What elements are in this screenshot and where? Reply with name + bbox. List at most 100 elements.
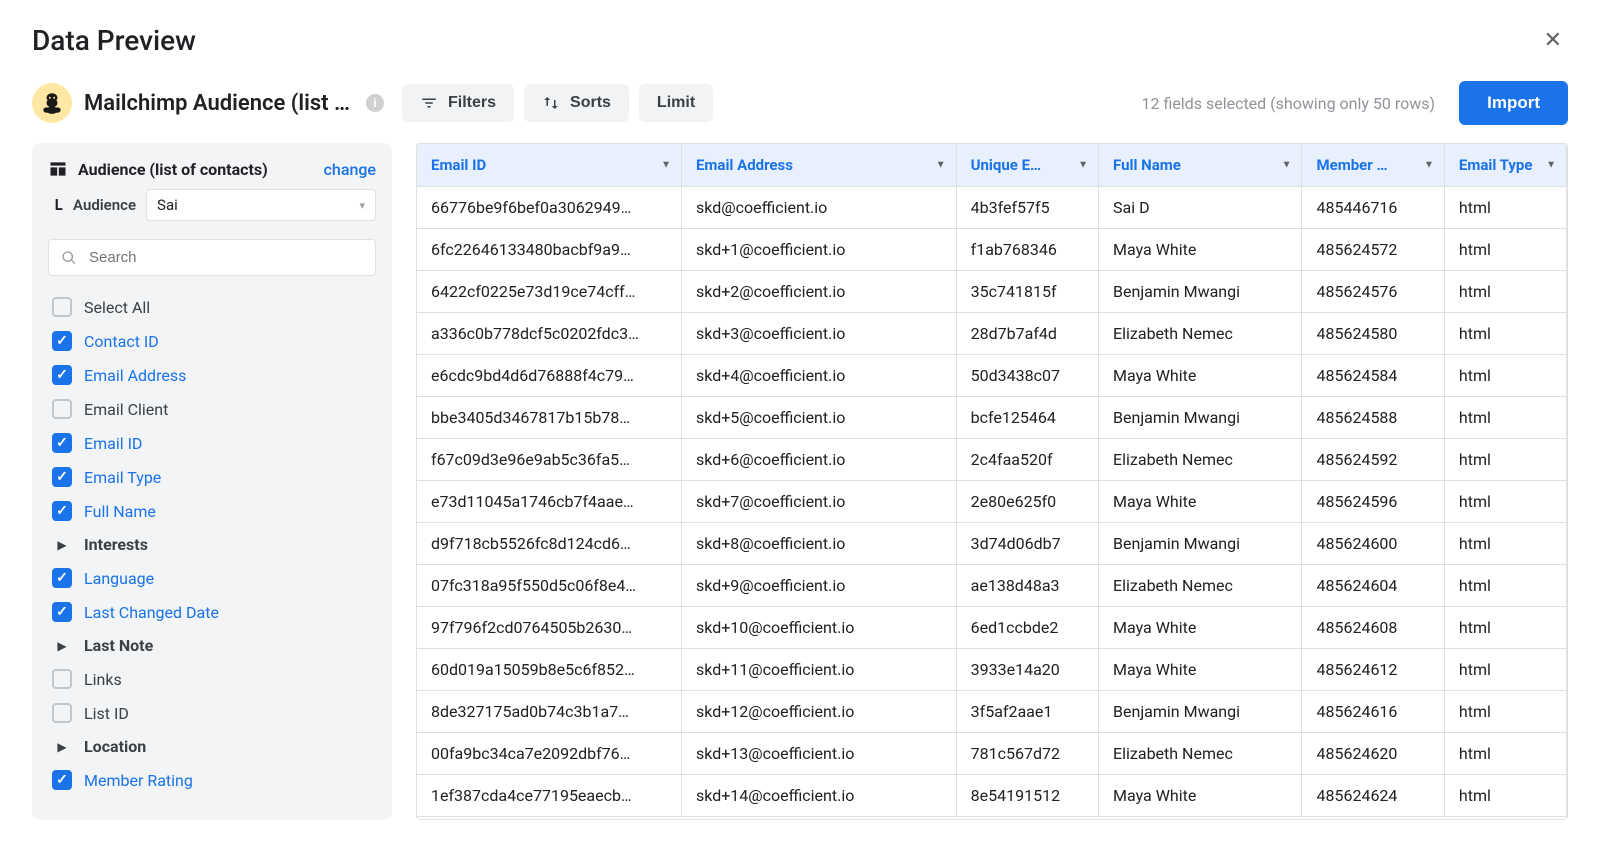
checkbox[interactable] [52, 365, 72, 385]
table-cell: skd+5@coefficient.io [681, 397, 956, 439]
table-cell: skd+6@coefficient.io [681, 439, 956, 481]
field-item-last-note[interactable]: ▶ Last Note [48, 629, 376, 662]
info-icon[interactable]: i [366, 94, 384, 112]
table-cell: html [1444, 397, 1566, 439]
table-cell: f1ab768346 [956, 229, 1098, 271]
checkbox[interactable] [52, 297, 72, 317]
table-cell: Maya White [1099, 481, 1302, 523]
checkbox[interactable] [52, 669, 72, 689]
table-cell: html [1444, 187, 1566, 229]
table-cell: ae138d48a3 [956, 565, 1098, 607]
limit-button[interactable]: Limit [639, 84, 713, 122]
field-label: Email ID [84, 434, 142, 453]
table-cell: 485624604 [1302, 565, 1444, 607]
column-header[interactable]: Member …▼ [1302, 144, 1444, 187]
chevron-down-icon: ▾ [359, 199, 365, 212]
table-cell: html [1444, 355, 1566, 397]
chevron-down-icon: ▼ [1282, 160, 1292, 171]
column-header[interactable]: Email Address▼ [681, 144, 956, 187]
import-button[interactable]: Import [1459, 81, 1568, 125]
data-table: Email ID▼Email Address▼Unique E…▼Full Na… [417, 144, 1567, 817]
field-label: Full Name [84, 502, 156, 521]
table-row: 07fc318a95f550d5c06f8e4…skd+9@coefficien… [417, 565, 1567, 607]
table-cell: 60d019a15059b8e5c6f852… [417, 649, 681, 691]
column-header[interactable]: Email Type▼ [1444, 144, 1566, 187]
field-item-language[interactable]: Language [48, 561, 376, 595]
table-row: 60d019a15059b8e5c6f852…skd+11@coefficien… [417, 649, 1567, 691]
table-cell: html [1444, 733, 1566, 775]
field-item-select-all[interactable]: Select All [48, 290, 376, 324]
table-row: d9f718cb5526fc8d124cd6…skd+8@coefficient… [417, 523, 1567, 565]
field-item-member-rating[interactable]: Member Rating [48, 763, 376, 797]
table-cell: Elizabeth Nemec [1099, 565, 1302, 607]
checkbox[interactable] [52, 331, 72, 351]
column-header[interactable]: Full Name▼ [1099, 144, 1302, 187]
table-cell: 3f5af2aae1 [956, 691, 1098, 733]
table-row: 66776be9f6bef0a3062949…skd@coefficient.i… [417, 187, 1567, 229]
table-header-row: Email ID▼Email Address▼Unique E…▼Full Na… [417, 144, 1567, 187]
table-icon [48, 159, 68, 179]
close-icon[interactable]: ✕ [1538, 24, 1568, 57]
table-cell: Maya White [1099, 229, 1302, 271]
modal-title: Data Preview [32, 24, 196, 57]
table-cell: 3d74d06db7 [956, 523, 1098, 565]
filters-label: Filters [448, 94, 496, 112]
table-cell: 8e54191512 [956, 775, 1098, 817]
audience-select[interactable]: Sai ▾ [146, 189, 376, 221]
table-cell: skd+10@coefficient.io [681, 607, 956, 649]
checkbox[interactable] [52, 568, 72, 588]
table-cell: e6cdc9bd4d6d76888f4c79… [417, 355, 681, 397]
field-item-location[interactable]: ▶ Location [48, 730, 376, 763]
chevron-right-icon: ▶ [52, 740, 72, 754]
field-item-email-client[interactable]: Email Client [48, 392, 376, 426]
table-cell: skd+7@coefficient.io [681, 481, 956, 523]
table-cell: html [1444, 439, 1566, 481]
sort-icon [542, 94, 560, 112]
checkbox[interactable] [52, 501, 72, 521]
table-cell: html [1444, 313, 1566, 355]
search-icon [61, 250, 77, 266]
table-cell: 485624624 [1302, 775, 1444, 817]
checkbox[interactable] [52, 703, 72, 723]
table-row: bbe3405d3467817b15b78…skd+5@coefficient.… [417, 397, 1567, 439]
field-item-email-id[interactable]: Email ID [48, 426, 376, 460]
field-label: Member Rating [84, 771, 193, 790]
table-cell: 28d7b7af4d [956, 313, 1098, 355]
table-cell: skd+2@coefficient.io [681, 271, 956, 313]
column-header[interactable]: Email ID▼ [417, 144, 681, 187]
chevron-right-icon: ▶ [52, 639, 72, 653]
field-search[interactable] [48, 239, 376, 276]
table-cell: 485624572 [1302, 229, 1444, 271]
field-item-full-name[interactable]: Full Name [48, 494, 376, 528]
table-cell: html [1444, 229, 1566, 271]
table-cell: html [1444, 691, 1566, 733]
table-cell: 6fc22646133480bacbf9a9… [417, 229, 681, 271]
table-cell: 781c567d72 [956, 733, 1098, 775]
field-item-email-address[interactable]: Email Address [48, 358, 376, 392]
chevron-down-icon: ▼ [1078, 160, 1088, 171]
checkbox[interactable] [52, 770, 72, 790]
sorts-button[interactable]: Sorts [524, 84, 629, 122]
checkbox[interactable] [52, 399, 72, 419]
checkbox[interactable] [52, 433, 72, 453]
field-item-links[interactable]: Links [48, 662, 376, 696]
fields-list: Select AllContact IDEmail AddressEmail C… [48, 290, 376, 797]
field-item-contact-id[interactable]: Contact ID [48, 324, 376, 358]
filters-button[interactable]: Filters [402, 84, 514, 122]
field-item-list-id[interactable]: List ID [48, 696, 376, 730]
column-header[interactable]: Unique E…▼ [956, 144, 1098, 187]
table-row: 00fa9bc34ca7e2092dbf76…skd+13@coefficien… [417, 733, 1567, 775]
table-cell: skd+1@coefficient.io [681, 229, 956, 271]
checkbox[interactable] [52, 602, 72, 622]
field-item-last-changed-date[interactable]: Last Changed Date [48, 595, 376, 629]
table-cell: a336c0b778dcf5c0202fdc3… [417, 313, 681, 355]
field-label: Last Note [84, 636, 153, 655]
table-row: e73d11045a1746cb7f4aae…skd+7@coefficient… [417, 481, 1567, 523]
field-item-email-type[interactable]: Email Type [48, 460, 376, 494]
field-label: Location [84, 737, 146, 756]
search-input[interactable] [87, 248, 363, 267]
field-item-interests[interactable]: ▶Interests [48, 528, 376, 561]
checkbox[interactable] [52, 467, 72, 487]
change-link[interactable]: change [324, 160, 376, 179]
table-row: e6cdc9bd4d6d76888f4c79…skd+4@coefficient… [417, 355, 1567, 397]
